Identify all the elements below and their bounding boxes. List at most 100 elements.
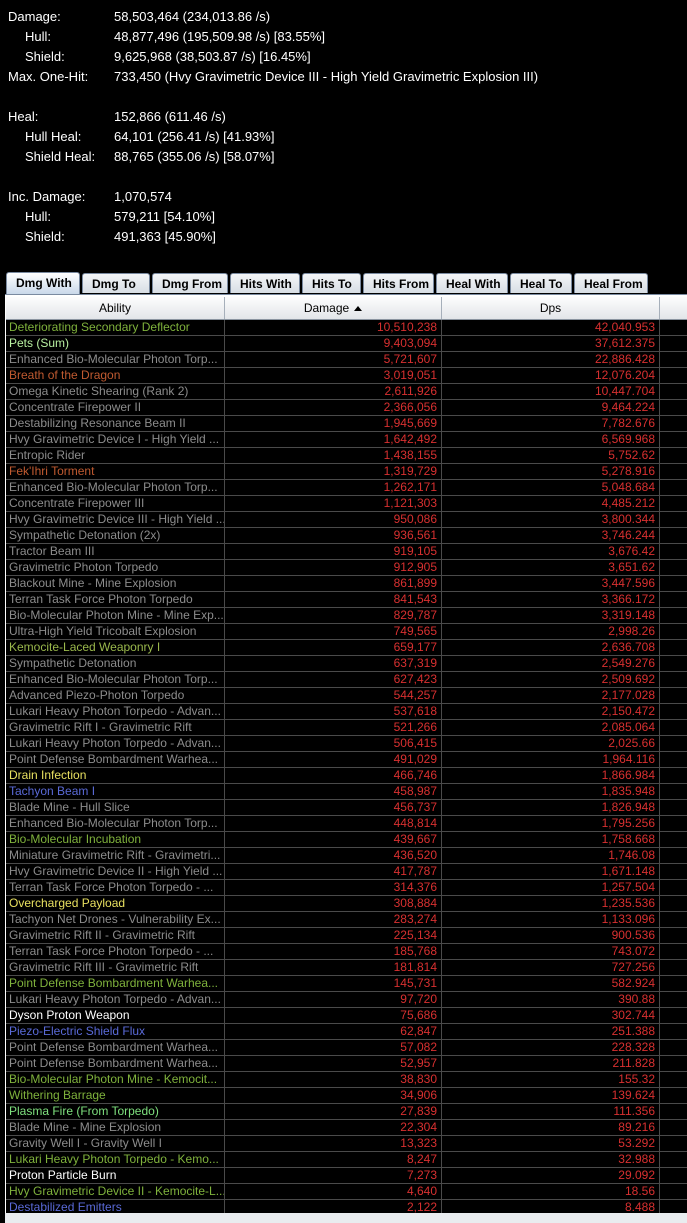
summary-value: 152,866 (611.46 /s) xyxy=(114,109,226,124)
column-header-damage[interactable]: Damage xyxy=(225,297,442,319)
tab-hits-to[interactable]: Hits To xyxy=(302,273,361,293)
table-row[interactable]: Terran Task Force Photon Torpedo 841,543 3… xyxy=(6,592,687,608)
table-row[interactable]: Hvy Gravimetric Device I - High Yield ..… xyxy=(6,432,687,448)
extra-cell xyxy=(660,688,687,703)
extra-cell xyxy=(660,576,687,591)
extra-cell xyxy=(660,448,687,463)
table-row[interactable]: Tachyon Net Drones - Vulnerability Ex...… xyxy=(6,912,687,928)
table-row[interactable]: Bio-Molecular Photon Mine - Kemocit... 38… xyxy=(6,1072,687,1088)
damage-cell: 2,611,926 xyxy=(225,384,442,399)
table-row[interactable]: Blackout Mine - Mine Explosion 861,899 3,4… xyxy=(6,576,687,592)
tab-hits-from[interactable]: Hits From xyxy=(363,273,434,293)
table-row[interactable]: Gravity Well I - Gravity Well I 13,323 53.… xyxy=(6,1136,687,1152)
table-row[interactable]: Fek'Ihri Torment 1,319,729 5,278.916 xyxy=(6,464,687,480)
table-row[interactable]: Lukari Heavy Photon Torpedo - Kemo... 8,2… xyxy=(6,1152,687,1168)
damage-cell: 861,899 xyxy=(225,576,442,591)
damage-cell: 308,884 xyxy=(225,896,442,911)
table-row[interactable]: Ultra-High Yield Tricobalt Explosion 749,… xyxy=(6,624,687,640)
ability-cell: Point Defense Bombardment Warhea... xyxy=(6,976,225,991)
ability-cell: Bio-Molecular Incubation xyxy=(6,832,225,847)
summary-label: Heal: xyxy=(8,109,39,124)
ability-cell: Blade Mine - Hull Slice xyxy=(6,800,225,815)
table-row[interactable]: Entropic Rider 1,438,155 5,752.62 xyxy=(6,448,687,464)
table-row[interactable]: Sympathetic Detonation 637,319 2,549.276 xyxy=(6,656,687,672)
tab-heal-from[interactable]: Heal From xyxy=(574,273,648,293)
table-row[interactable]: Gravimetric Rift III - Gravimetric Rift 1… xyxy=(6,960,687,976)
table-row[interactable]: Deteriorating Secondary Deflector 10,510,… xyxy=(6,320,687,336)
extra-cell xyxy=(660,896,687,911)
table-row[interactable]: Miniature Gravimetric Rift - Gravimetri.… xyxy=(6,848,687,864)
table-row[interactable]: Enhanced Bio-Molecular Photon Torp... 627… xyxy=(6,672,687,688)
column-header-dps[interactable]: Dps xyxy=(442,297,660,319)
dps-cell: 1,795.256 xyxy=(442,816,660,831)
table-row[interactable]: Point Defense Bombardment Warhea... 491,0… xyxy=(6,752,687,768)
table-row[interactable]: Hvy Gravimetric Device II - High Yield .… xyxy=(6,864,687,880)
summary-value: 491,363 [45.90%] xyxy=(114,229,216,244)
table-row[interactable]: Bio-Molecular Incubation 439,667 1,758.668 xyxy=(6,832,687,848)
table-row[interactable]: Lukari Heavy Photon Torpedo - Advan... 53… xyxy=(6,704,687,720)
ability-cell: Terran Task Force Photon Torpedo - ... xyxy=(6,880,225,895)
table-row[interactable]: Enhanced Bio-Molecular Photon Torp... 5,7… xyxy=(6,352,687,368)
table-row[interactable]: Gravimetric Rift II - Gravimetric Rift 22… xyxy=(6,928,687,944)
extra-cell xyxy=(660,1088,687,1103)
table-row[interactable]: Drain Infection 466,746 1,866.984 xyxy=(6,768,687,784)
table-row[interactable]: Proton Particle Burn 7,273 29.092 xyxy=(6,1168,687,1184)
table-row[interactable]: Concentrate Firepower II 2,366,056 9,464.2… xyxy=(6,400,687,416)
damage-cell: 1,438,155 xyxy=(225,448,442,463)
ability-cell: Bio-Molecular Photon Mine - Mine Exp... xyxy=(6,608,225,623)
tab-hits-with[interactable]: Hits With xyxy=(230,273,300,293)
dps-cell: 1,235.536 xyxy=(442,896,660,911)
damage-cell: 97,720 xyxy=(225,992,442,1007)
table-row[interactable]: Gravimetric Photon Torpedo 912,905 3,651.6… xyxy=(6,560,687,576)
extra-cell xyxy=(660,1072,687,1087)
damage-cell: 145,731 xyxy=(225,976,442,991)
table-row[interactable]: Hvy Gravimetric Device III - High Yield … xyxy=(6,512,687,528)
table-row[interactable]: Tachyon Beam I 458,987 1,835.948 xyxy=(6,784,687,800)
damage-cell: 22,304 xyxy=(225,1120,442,1135)
table-row[interactable]: Kemocite-Laced Weaponry I 659,177 2,636.70… xyxy=(6,640,687,656)
tab-dmg-from[interactable]: Dmg From xyxy=(152,273,228,293)
tab-heal-with[interactable]: Heal With xyxy=(436,273,508,293)
dps-cell: 3,746.244 xyxy=(442,528,660,543)
extra-cell xyxy=(660,992,687,1007)
tab-heal-to[interactable]: Heal To xyxy=(510,273,572,293)
table-row[interactable]: Point Defense Bombardment Warhea... 145,7… xyxy=(6,976,687,992)
table-row[interactable]: Tractor Beam III 919,105 3,676.42 xyxy=(6,544,687,560)
table-row[interactable]: Breath of the Dragon 3,019,051 12,076.204 xyxy=(6,368,687,384)
dps-cell: 22,886.428 xyxy=(442,352,660,367)
table-row[interactable]: Dyson Proton Weapon 75,686 302.744 xyxy=(6,1008,687,1024)
table-row[interactable]: Bio-Molecular Photon Mine - Mine Exp... 8… xyxy=(6,608,687,624)
table-row[interactable]: Piezo-Electric Shield Flux 62,847 251.388 xyxy=(6,1024,687,1040)
column-label: Ability xyxy=(98,301,131,315)
table-row[interactable]: Terran Task Force Photon Torpedo - ... 31… xyxy=(6,880,687,896)
table-row[interactable]: Destabilizing Resonance Beam II 1,945,669… xyxy=(6,416,687,432)
table-row[interactable]: Lukari Heavy Photon Torpedo - Advan... 50… xyxy=(6,736,687,752)
extra-cell xyxy=(660,400,687,415)
table-row[interactable]: Point Defense Bombardment Warhea... 52,95… xyxy=(6,1056,687,1072)
table-row[interactable]: Blade Mine - Mine Explosion 22,304 89.216 xyxy=(6,1120,687,1136)
table-row[interactable]: Enhanced Bio-Molecular Photon Torp... 448… xyxy=(6,816,687,832)
table-row[interactable]: Hvy Gravimetric Device II - Kemocite-L..… xyxy=(6,1184,687,1200)
table-row[interactable]: Advanced Piezo-Photon Torpedo 544,257 2,17… xyxy=(6,688,687,704)
table-row[interactable]: Terran Task Force Photon Torpedo - ... 18… xyxy=(6,944,687,960)
summary-label: Hull Heal: xyxy=(25,129,82,144)
table-row[interactable]: Overcharged Payload 308,884 1,235.536 xyxy=(6,896,687,912)
table-row[interactable]: Sympathetic Detonation (2x) 936,561 3,746.… xyxy=(6,528,687,544)
table-row[interactable]: Withering Barrage 34,906 139.624 xyxy=(6,1088,687,1104)
table-row[interactable]: Plasma Fire (From Torpedo) 27,839 111.356 xyxy=(6,1104,687,1120)
dps-cell: 2,998.26 xyxy=(442,624,660,639)
tab-dmg-to[interactable]: Dmg To xyxy=(82,273,150,293)
table-row[interactable]: Enhanced Bio-Molecular Photon Torp... 1,2… xyxy=(6,480,687,496)
extra-cell xyxy=(660,480,687,495)
table-row[interactable]: Blade Mine - Hull Slice 456,737 1,826.948 xyxy=(6,800,687,816)
table-row[interactable]: Lukari Heavy Photon Torpedo - Advan... 97… xyxy=(6,992,687,1008)
table-row[interactable]: Omega Kinetic Shearing (Rank 2) 2,611,926… xyxy=(6,384,687,400)
table-row[interactable]: Point Defense Bombardment Warhea... 57,08… xyxy=(6,1040,687,1056)
table-row[interactable]: Pets (Sum) 9,403,094 37,612.375 xyxy=(6,336,687,352)
column-header-ability[interactable]: Ability xyxy=(6,297,225,319)
dps-cell: 1,671.148 xyxy=(442,864,660,879)
table-row[interactable]: Gravimetric Rift I - Gravimetric Rift 521… xyxy=(6,720,687,736)
table-row[interactable]: Concentrate Firepower III 1,121,303 4,485.… xyxy=(6,496,687,512)
tab-dmg-with[interactable]: Dmg With xyxy=(6,272,80,294)
summary-label: Inc. Damage: xyxy=(8,189,86,204)
